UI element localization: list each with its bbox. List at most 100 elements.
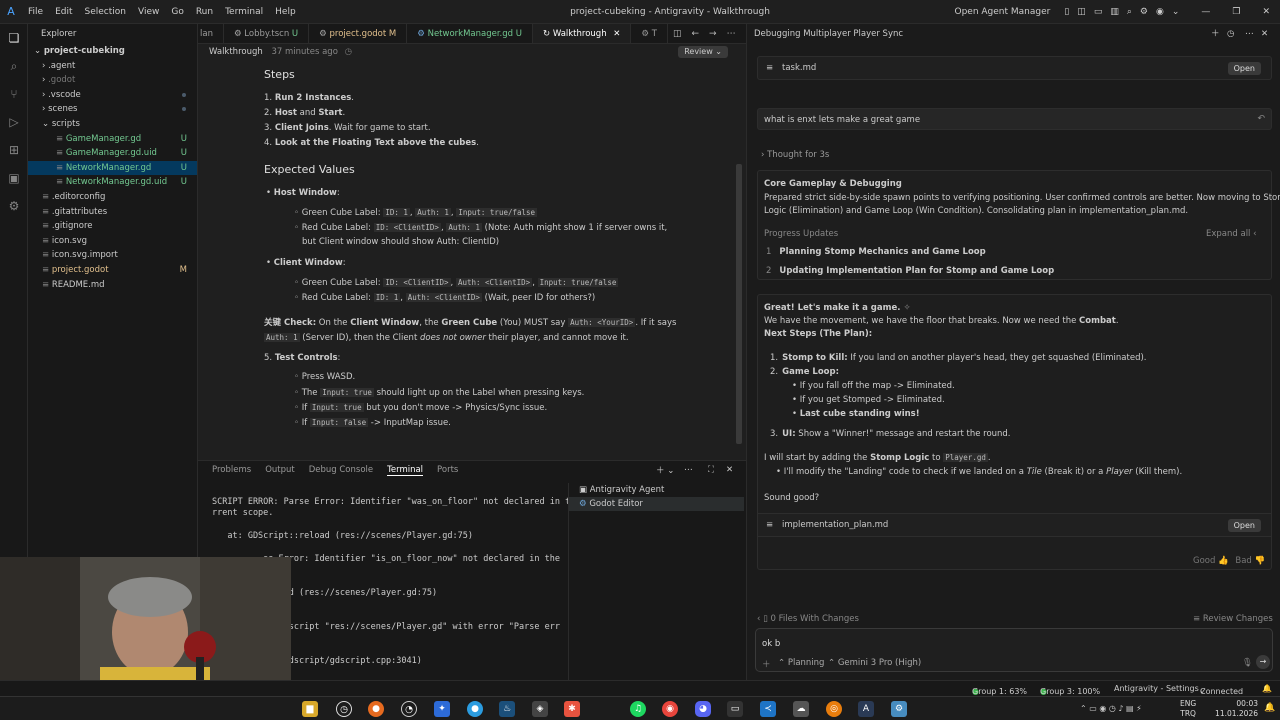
task-file-name[interactable]: task.md — [782, 63, 816, 73]
file-tree-item[interactable]: › .godot — [28, 73, 197, 88]
remote-icon[interactable]: ▣ — [0, 164, 28, 192]
file-tree-item[interactable]: ≡ icon.svg — [28, 234, 197, 249]
close-tab-icon[interactable]: ✕ — [613, 29, 620, 39]
file-tree-item[interactable]: ≡ icon.svg.import — [28, 248, 197, 263]
editor-scrollbar[interactable] — [736, 164, 742, 444]
menu-selection[interactable]: Selection — [85, 7, 126, 17]
terminal-item-agent[interactable]: ▣ Antigravity Agent — [569, 483, 744, 497]
project-root-folder[interactable]: ⌄ project-cubeking — [28, 44, 197, 59]
obs-icon[interactable]: ◔ — [401, 701, 417, 717]
go-back-icon[interactable]: ← — [691, 29, 699, 39]
file-explorer-icon[interactable]: ▆ — [302, 701, 318, 717]
open-task-button[interactable]: Open — [1227, 62, 1261, 75]
file-tree-item[interactable]: ≡ NetworkManager.gd U — [28, 160, 197, 176]
terminal-item-godot[interactable]: ⚙ Godot Editor — [569, 497, 744, 511]
vscode-icon[interactable]: ≺ — [760, 701, 776, 717]
close-window-icon[interactable]: ✕ — [1262, 7, 1270, 17]
file-tree-item[interactable]: ≡ .gitattributes — [28, 205, 197, 220]
progress-item-1[interactable]: 1 Planning Stomp Mechanics and Game Loop — [766, 247, 986, 257]
account-icon[interactable]: ◉ — [1156, 7, 1164, 17]
panel-toggle-icon[interactable]: ▭ — [1094, 7, 1103, 17]
explorer-icon[interactable]: ❏ — [0, 24, 28, 52]
search-icon[interactable]: ⌕ — [0, 52, 28, 80]
files-changes[interactable]: ‹ ▯ 0 Files With Changes — [757, 614, 859, 624]
new-chat-icon[interactable]: ＋ — [1211, 24, 1220, 44]
file-tree-item[interactable]: ≡ .gitignore — [28, 219, 197, 234]
mode-selector[interactable]: ⌃ Planning — [778, 658, 824, 668]
thumbs-up-icon[interactable]: 👍 — [1218, 556, 1229, 566]
blender-icon[interactable]: ◎ — [826, 701, 842, 717]
tab-terminal[interactable]: Terminal — [387, 465, 424, 476]
file-tree-item[interactable]: ≡ .editorconfig — [28, 190, 197, 205]
split-icon[interactable]: ◫ — [1077, 7, 1086, 17]
file-tree-item[interactable]: ≡ NetworkManager.gd.uid U — [28, 175, 197, 190]
model-selector[interactable]: ⌃ Gemini 3 Pro (High) — [828, 658, 921, 668]
plan-file-name[interactable]: implementation_plan.md — [782, 520, 888, 530]
progress-item-2[interactable]: 2 Updating Implementation Plan for Stomp … — [766, 266, 1054, 276]
tab-network-manager[interactable]: ⚙ NetworkManager.gd U — [407, 24, 533, 43]
antigravity-taskbar-icon[interactable]: A — [858, 701, 874, 717]
tab-debug-console[interactable]: Debug Console — [309, 465, 373, 475]
discord-icon[interactable]: ◕ — [695, 701, 711, 717]
open-agent-manager-link[interactable]: Open Agent Manager — [954, 7, 1050, 17]
minimize-icon[interactable]: — — [1201, 7, 1210, 17]
menu-file[interactable]: File — [28, 7, 43, 17]
close-panel-icon[interactable]: ✕ — [726, 465, 733, 475]
extensions-icon[interactable]: ⊞ — [0, 136, 28, 164]
menu-terminal[interactable]: Terminal — [225, 7, 263, 17]
unity-icon[interactable]: ◈ — [532, 701, 548, 717]
godot-taskbar-icon[interactable]: ⚙ — [891, 701, 907, 717]
file-tree-item[interactable]: › .agent — [28, 59, 197, 74]
spotify-icon[interactable]: ♫ — [630, 701, 646, 717]
menu-help[interactable]: Help — [275, 7, 296, 17]
menu-edit[interactable]: Edit — [55, 7, 72, 17]
file-tree-item[interactable]: › scenes — [28, 102, 197, 117]
expand-all-button[interactable]: Expand all ‹ — [1206, 229, 1257, 239]
review-changes-button[interactable]: ≡ Review Changes — [1193, 614, 1273, 624]
maximize-icon[interactable]: ❐ — [1232, 7, 1240, 17]
file-tree-item[interactable]: ⌄ scripts — [28, 117, 197, 132]
bad-label[interactable]: Bad — [1235, 556, 1251, 566]
settings-gear-icon[interactable]: ⚙ — [1140, 7, 1148, 17]
tab-output[interactable]: Output — [265, 465, 295, 475]
undo-icon[interactable]: ↶ — [1257, 114, 1265, 124]
tab-problems[interactable]: Problems — [212, 465, 251, 475]
maximize-panel-icon[interactable]: ⛶ — [708, 465, 714, 475]
tab-t[interactable]: ⚙ T — [631, 24, 668, 43]
terminal-app-icon[interactable]: ▭ — [727, 701, 743, 717]
add-context-icon[interactable]: ＋ — [762, 658, 771, 670]
clock[interactable]: 00:03 11.01.2026 — [1208, 699, 1258, 719]
menu-go[interactable]: Go — [171, 7, 183, 17]
thought-toggle[interactable]: › Thought for 3s — [761, 150, 829, 160]
source-control-icon[interactable]: ⑂ — [0, 80, 28, 108]
good-label[interactable]: Good — [1193, 556, 1215, 566]
language-indicator[interactable]: ENG TRQ — [1180, 699, 1196, 719]
notifications-icon[interactable]: 🔔 — [1262, 684, 1272, 693]
sidebar-toggle-icon[interactable]: ▥ — [1110, 7, 1119, 17]
file-tree-item[interactable]: ≡ GameManager.gd.uid U — [28, 146, 197, 161]
notification-center-icon[interactable]: 🔔 — [1264, 703, 1275, 713]
close-panel-icon[interactable]: ✕ — [1261, 24, 1268, 44]
teams-icon[interactable]: ● — [467, 701, 483, 717]
microphone-icon[interactable]: 🎙 — [1242, 658, 1253, 668]
tab-lobby[interactable]: ⚙ Lobby.tscn U — [224, 24, 310, 43]
file-tree-item[interactable]: › .vscode — [28, 88, 197, 103]
history-icon[interactable]: ◷ — [345, 47, 352, 57]
chevron-down-icon[interactable]: ⌄ — [1172, 7, 1180, 17]
more-actions-icon[interactable]: ⋯ — [684, 465, 693, 475]
split-editor-icon[interactable]: ◫ — [673, 29, 682, 39]
app-red-icon[interactable]: ✱ — [564, 701, 580, 717]
tab-project-godot[interactable]: ⚙ project.godot M — [309, 24, 408, 43]
more-actions-icon[interactable]: ⋯ — [727, 29, 736, 39]
history-icon[interactable]: ◷ — [1227, 24, 1234, 44]
review-button[interactable]: Review ⌄ — [678, 46, 728, 58]
search-icon[interactable]: ⌕ — [1127, 7, 1132, 17]
tab-lan[interactable]: lan — [198, 24, 224, 43]
run-debug-icon[interactable]: ▷ — [0, 108, 28, 136]
chrome-icon[interactable]: ◉ — [662, 701, 678, 717]
settings-status[interactable]: Antigravity - Settings — [1114, 684, 1199, 693]
steam-icon[interactable]: ♨ — [499, 701, 515, 717]
menu-view[interactable]: View — [138, 7, 159, 17]
godot-icon[interactable]: ⚙ — [0, 192, 28, 220]
app-icon[interactable]: ✦ — [434, 701, 450, 717]
